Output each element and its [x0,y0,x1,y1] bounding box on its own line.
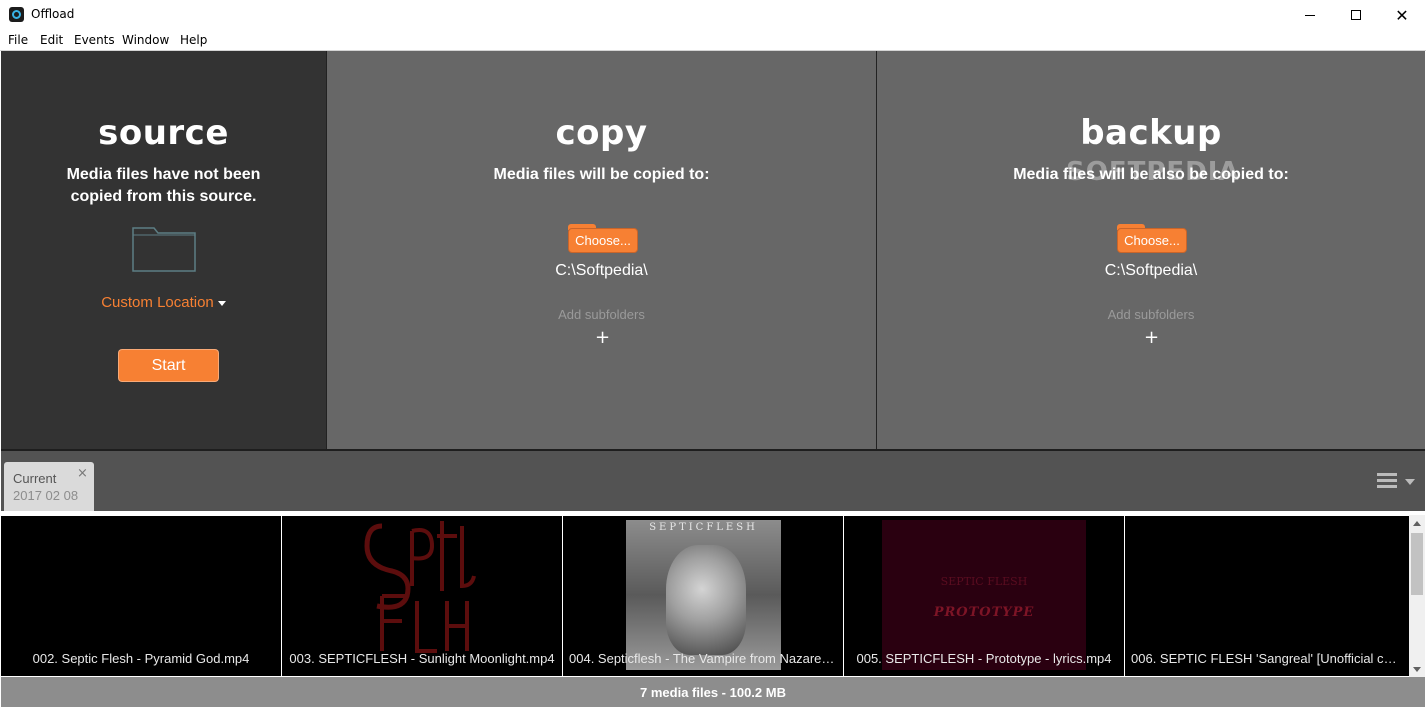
media-file-name: 003. SEPTICFLESH - Sunlight Moonlight.mp… [289,651,555,666]
prototype-band-name: SEPTIC FLESH [940,575,1028,588]
copy-choose-label: Choose... [568,228,638,253]
prototype-title: PROTOTYPE [933,605,1035,620]
menu-help[interactable]: Help [180,33,207,47]
source-heading: source [98,113,229,153]
menu-bar: File Edit Events Window Help [0,30,1426,51]
menu-caret-down-icon[interactable] [1405,479,1415,485]
menu-window[interactable]: Window [122,33,169,47]
media-file-name: 005. SEPTICFLESH - Prototype - lyrics.mp… [856,651,1112,666]
window-title: Offload [31,7,75,21]
start-button[interactable]: Start [118,349,219,382]
septic-flesh-logo-thumbnail [364,521,476,653]
media-file-name: 004. Septicflesh - The Vampire from Naza… [569,651,843,666]
media-tile[interactable]: SEPTICFLESH 004. Septicflesh - The Vampi… [563,516,843,676]
folder-icon [132,227,196,272]
session-tab-date: 2017 02 08 [13,488,79,503]
album-cover-thumbnail: SEPTICFLESH [626,520,781,670]
copy-heading: copy [555,113,648,153]
media-tile[interactable]: SEPTIC FLESH PROTOTYPE 005. SEPTICFLESH … [844,516,1124,676]
backup-choose-button[interactable]: Choose... [1117,224,1187,253]
hamburger-menu-icon[interactable] [1377,473,1397,488]
copy-panel: copy Media files will be copied to: Choo… [327,51,876,449]
title-bar: Offload ✕ [0,0,1426,30]
minimize-button[interactable] [1287,0,1333,30]
session-tab-close-icon[interactable]: × [77,466,88,481]
backup-panel: backup Media files will be also be copie… [877,51,1425,449]
backup-add-subfolders-label: Add subfolders [1107,307,1195,322]
scroll-thumb[interactable] [1411,533,1423,595]
arrow-down-icon [1413,666,1421,672]
media-file-name: 002. Septic Flesh - Pyramid God.mp4 [32,651,250,666]
source-description: Media files have not been copied from th… [1,164,326,208]
menu-edit[interactable]: Edit [40,33,63,47]
scroll-up-button[interactable] [1409,515,1425,531]
copy-add-subfolder-plus-icon[interactable]: + [595,329,610,347]
session-tab-strip: Current 2017 02 08 × [1,449,1425,514]
copy-path: C:\Softpedia\ [555,262,648,279]
media-file-name: 006. SEPTIC FLESH 'Sangreal' [Unofficial… [1131,651,1409,666]
backup-choose-label: Choose... [1117,228,1187,253]
media-tile[interactable]: 003. SEPTICFLESH - Sunlight Moonlight.mp… [282,516,562,676]
chevron-down-icon [217,300,226,306]
sculpture-image [666,545,746,655]
copy-description: Media files will be copied to: [493,166,710,183]
custom-location-dropdown[interactable]: Custom Location [1,294,326,311]
media-tile[interactable]: 002. Septic Flesh - Pyramid God.mp4 [1,516,281,676]
destination-panels: source Media files have not been copied … [1,51,1425,449]
media-file-list: 002. Septic Flesh - Pyramid God.mp4 003.… [1,511,1409,677]
session-tab-current[interactable]: Current 2017 02 08 × [4,462,94,514]
copy-choose-button[interactable]: Choose... [568,224,638,253]
prototype-cover-thumbnail: SEPTIC FLESH PROTOTYPE [882,520,1086,670]
app-window: Offload ✕ File Edit Events Window Help s… [0,0,1426,708]
backup-path: C:\Softpedia\ [1104,262,1198,279]
backup-heading: backup [1080,113,1222,153]
scroll-down-button[interactable] [1409,661,1425,677]
softpedia-watermark: SOFTPEDIA [1066,157,1240,187]
source-description-line2: copied from this source. [70,188,257,205]
custom-location-label: Custom Location [101,294,214,311]
source-panel: source Media files have not been copied … [1,51,326,449]
maximize-icon [1351,10,1361,20]
minimize-icon [1305,14,1315,16]
copy-add-subfolders-label: Add subfolders [558,307,645,322]
session-tab-name: Current [13,471,57,486]
menu-file[interactable]: File [8,33,28,47]
status-bar: 7 media files - 100.2 MB [1,677,1425,707]
close-button[interactable]: ✕ [1379,0,1425,30]
close-icon: ✕ [1395,5,1409,25]
app-logo-icon [9,7,24,22]
backup-add-subfolder-plus-icon[interactable]: + [1144,329,1159,347]
arrow-up-icon [1413,520,1421,526]
media-list-scrollbar[interactable] [1409,515,1425,677]
maximize-button[interactable] [1333,0,1379,30]
album-band-name: SEPTICFLESH [649,522,758,533]
media-tile[interactable]: 006. SEPTIC FLESH 'Sangreal' [Unofficial… [1125,516,1409,676]
menu-events[interactable]: Events [74,33,115,47]
source-description-line1: Media files have not been [66,166,261,183]
